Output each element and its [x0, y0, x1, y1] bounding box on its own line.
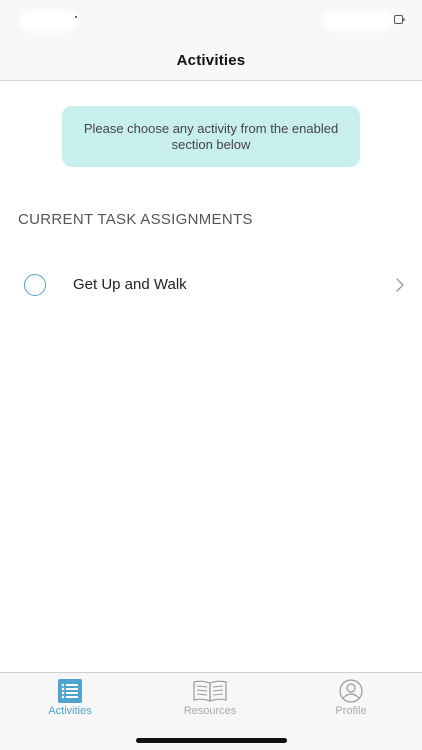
- tab-profile-label: Profile: [335, 705, 367, 717]
- section-header: CURRENT TASK ASSIGNMENTS: [18, 211, 253, 228]
- task-label: Get Up and Walk: [73, 276, 187, 293]
- radio-circle-icon[interactable]: [24, 274, 46, 296]
- status-time-redacted: [20, 10, 78, 32]
- tab-resources[interactable]: Resources: [160, 679, 260, 717]
- status-dot: [75, 16, 77, 18]
- status-bar: [0, 0, 422, 42]
- tab-resources-label: Resources: [183, 705, 237, 717]
- task-row-get-up-and-walk[interactable]: Get Up and Walk: [0, 262, 422, 308]
- tab-activities-label: Activities: [48, 705, 92, 717]
- chevron-right-icon: [396, 278, 404, 292]
- tab-activities[interactable]: Activities: [20, 679, 120, 717]
- person-icon: [339, 679, 363, 703]
- home-indicator[interactable]: [136, 738, 287, 743]
- list-icon: [58, 679, 82, 703]
- info-banner: Please choose any activity from the enab…: [62, 106, 360, 167]
- navigation-bar: Activities: [0, 42, 422, 81]
- info-message: Please choose any activity from the enab…: [83, 121, 339, 152]
- book-icon: [193, 680, 227, 702]
- tab-profile[interactable]: Profile: [301, 679, 401, 717]
- status-indicators-redacted: [322, 11, 394, 31]
- page-title: Activities: [176, 52, 246, 69]
- battery-icon: [394, 15, 405, 24]
